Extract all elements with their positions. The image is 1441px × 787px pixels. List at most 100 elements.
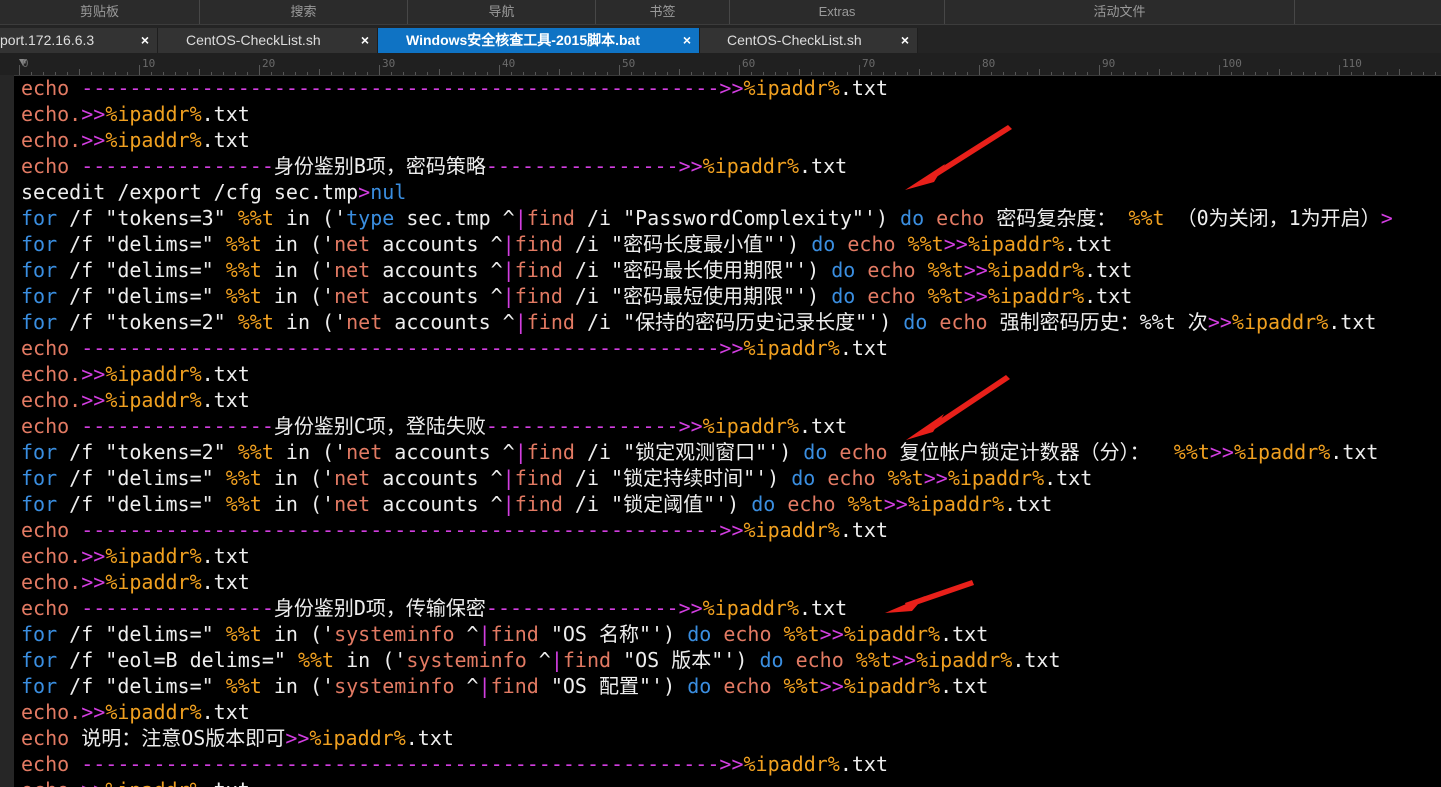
code-token: %%t — [1173, 440, 1210, 464]
code-token: do — [811, 232, 836, 256]
code-token: for — [21, 492, 58, 516]
close-icon[interactable]: × — [361, 28, 369, 53]
code-token: net — [334, 466, 371, 490]
code-line[interactable]: echo ----------------身份鉴别B项，密码策略--------… — [21, 153, 847, 179]
code-token: for — [21, 440, 58, 464]
code-token: /f "tokens=2" — [57, 440, 238, 464]
code-token: ^ — [454, 674, 479, 698]
close-icon[interactable]: × — [141, 28, 149, 53]
code-line[interactable]: echo 说明：注意OS版本即可>>%ipaddr%.txt — [21, 725, 454, 751]
code-token: >> — [1209, 440, 1234, 464]
code-token: systeminfo — [334, 622, 455, 646]
code-token: %ipaddr% — [916, 648, 1013, 672]
code-line[interactable]: for /f "delims=" %%t in ('net accounts ^… — [21, 231, 1112, 257]
code-line[interactable]: for /f "delims=" %%t in ('net accounts ^… — [21, 257, 1132, 283]
code-token: for — [21, 232, 58, 256]
code-line[interactable]: for /f "eol=B delims=" %%t in ('systemin… — [21, 647, 1061, 673]
code-token: >> — [1207, 310, 1232, 334]
ribbon-group-clipboard[interactable]: 剪贴板 — [0, 0, 200, 24]
code-line[interactable]: echo.>>%ipaddr%.txt — [21, 569, 250, 595]
code-token: systeminfo — [406, 648, 527, 672]
code-line[interactable]: for /f "delims=" %%t in ('net accounts ^… — [21, 283, 1132, 309]
ribbon-group-active-file[interactable]: 活动文件 — [945, 0, 1295, 24]
ribbon-group-search[interactable]: 搜索 — [200, 0, 408, 24]
code-token: net — [334, 492, 371, 516]
code-token: .txt — [940, 674, 989, 698]
code-token: %ipaddr% — [843, 674, 941, 698]
code-token: %%t — [1128, 206, 1165, 230]
ruler-number: 30 — [382, 57, 396, 70]
code-line[interactable]: echo.>>%ipaddr%.txt — [21, 101, 250, 127]
code-line[interactable]: echo -----------------------------------… — [21, 335, 888, 361]
code-token: find — [526, 206, 575, 230]
code-token: echo — [711, 622, 784, 646]
code-line[interactable]: echo -----------------------------------… — [21, 75, 888, 101]
code-token: sec.tmp ^ — [394, 206, 515, 230]
code-line[interactable]: for /f "delims=" %%t in ('net accounts ^… — [21, 491, 1052, 517]
ribbon-group-bookmarks[interactable]: 书签 — [596, 0, 730, 24]
code-token: echo — [815, 466, 888, 490]
code-token: /f "tokens=2" — [57, 310, 238, 334]
code-line[interactable]: echo.>>%ipaddr%.txt — [21, 387, 250, 413]
code-token: >> — [719, 518, 744, 542]
code-token: .txt — [1084, 284, 1133, 308]
code-line[interactable]: secedit /export /cfg sec.tmp>nul — [21, 179, 406, 205]
code-token: echo — [21, 752, 82, 776]
code-token: /f "delims=" — [57, 674, 226, 698]
code-token: .txt — [1044, 466, 1093, 490]
code-line[interactable]: echo.>>%ipaddr%.txt — [21, 777, 250, 787]
tab-windows-checklist-active[interactable]: Windows安全核查工具-2015脚本.bat × — [378, 28, 700, 53]
code-token: | — [478, 674, 491, 698]
code-token: echo. — [21, 778, 81, 787]
tab-centos-checklist[interactable]: CentOS-CheckList.sh × — [158, 28, 378, 53]
code-token: >> — [678, 154, 703, 178]
ribbon-group-extras[interactable]: Extras — [730, 0, 945, 24]
code-line[interactable]: echo ----------------身份鉴别C项，登陆失败--------… — [21, 413, 847, 439]
ruler-tick — [1339, 65, 1340, 75]
code-token: %ipaddr% — [702, 154, 799, 178]
code-line[interactable]: for /f "delims=" %%t in ('net accounts ^… — [21, 465, 1092, 491]
ruler-tick — [619, 65, 620, 75]
code-token: accounts ^ — [370, 466, 503, 490]
code-token: .txt — [1004, 492, 1053, 516]
code-token: %%t — [225, 466, 262, 490]
code-line[interactable]: echo.>>%ipaddr%.txt — [21, 127, 250, 153]
code-line[interactable]: for /f "tokens=2" %%t in ('net accounts … — [21, 309, 1376, 335]
ribbon-group-navigation[interactable]: 导航 — [408, 0, 596, 24]
code-token: >> — [719, 336, 744, 360]
code-line[interactable]: echo -----------------------------------… — [21, 751, 888, 777]
code-token: echo — [21, 414, 82, 438]
close-icon[interactable]: × — [683, 28, 691, 53]
code-token: ^ — [454, 622, 479, 646]
code-line[interactable]: for /f "tokens=2" %%t in ('net accounts … — [21, 439, 1378, 465]
code-token: %ipaddr% — [743, 518, 840, 542]
code-token: for — [21, 310, 58, 334]
tab-label: CentOS-CheckList.sh — [186, 32, 321, 48]
code-token: %ipaddr% — [105, 700, 202, 724]
code-editor[interactable]: echo -----------------------------------… — [21, 75, 1441, 787]
ruler-number: 60 — [742, 57, 756, 70]
code-line[interactable]: for /f "tokens=3" %%t in ('type sec.tmp … — [21, 205, 1393, 231]
code-token: %%t — [225, 284, 262, 308]
code-line[interactable]: echo ----------------身份鉴别D项，传输保密--------… — [21, 595, 847, 621]
code-token: type — [346, 206, 395, 230]
code-line[interactable]: echo.>>%ipaddr%.txt — [21, 543, 250, 569]
code-line[interactable]: for /f "delims=" %%t in ('systeminfo ^|f… — [21, 673, 988, 699]
code-line[interactable]: echo.>>%ipaddr%.txt — [21, 699, 250, 725]
code-line[interactable]: echo.>>%ipaddr%.txt — [21, 361, 250, 387]
ruler-tick — [1219, 65, 1220, 75]
code-line[interactable]: echo -----------------------------------… — [21, 517, 888, 543]
code-token: ---------------- — [485, 414, 679, 438]
code-line[interactable]: for /f "delims=" %%t in ('systeminfo ^|f… — [21, 621, 988, 647]
code-token: /f "delims=" — [57, 284, 226, 308]
code-token: find — [514, 492, 563, 516]
code-token: find — [526, 440, 575, 464]
code-token: /f "delims=" — [57, 232, 226, 256]
tab-centos-checklist-2[interactable]: CentOS-CheckList.sh × — [700, 28, 918, 53]
close-icon[interactable]: × — [901, 28, 909, 53]
code-token: >> — [81, 544, 106, 568]
code-token: do — [751, 492, 776, 516]
tab-port-file[interactable]: port.172.16.6.3 × — [0, 28, 158, 53]
code-token: %%t — [237, 206, 274, 230]
code-token: accounts ^ — [370, 232, 503, 256]
